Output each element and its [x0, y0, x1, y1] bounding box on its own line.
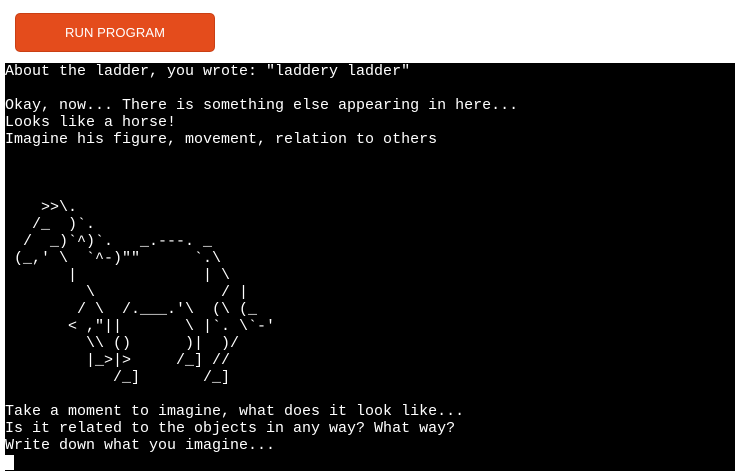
page: RUN PROGRAM About the ladder, you wrote:…: [0, 0, 737, 471]
terminal-output: About the ladder, you wrote: "laddery la…: [5, 63, 519, 454]
terminal-input-line[interactable]: [5, 454, 735, 471]
run-program-button[interactable]: RUN PROGRAM: [15, 13, 215, 52]
terminal-window[interactable]: About the ladder, you wrote: "laddery la…: [5, 63, 735, 471]
terminal-cursor: [5, 455, 14, 470]
